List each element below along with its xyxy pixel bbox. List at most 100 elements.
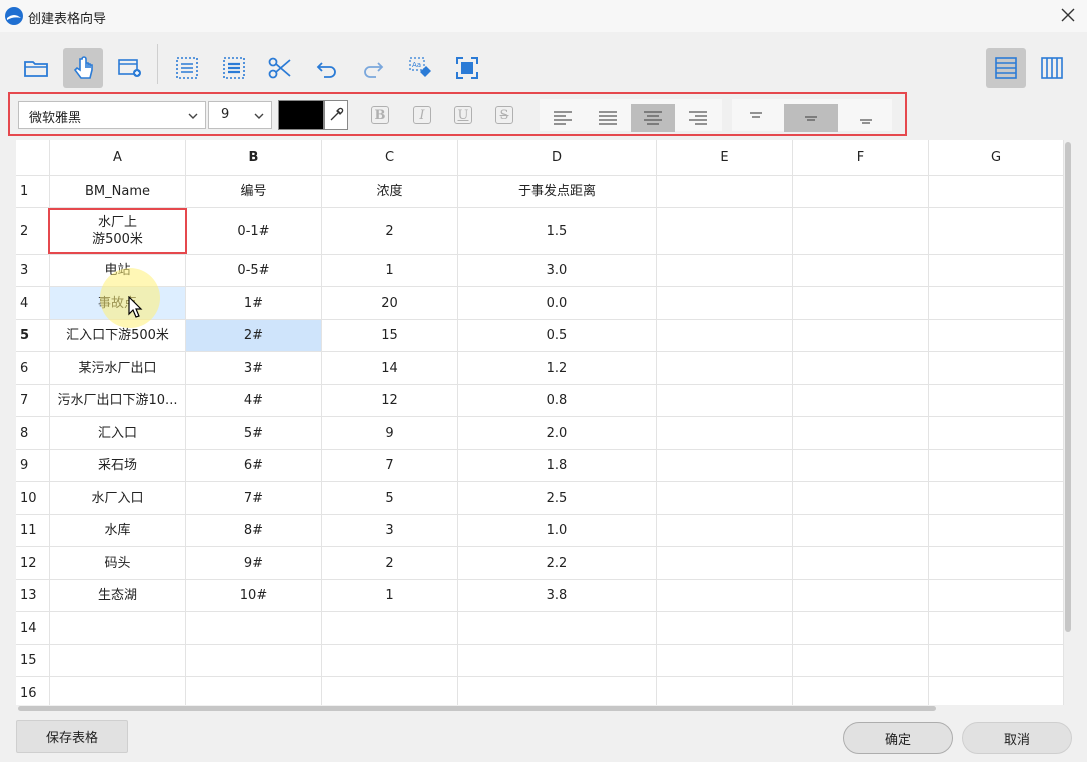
table-cell[interactable] [186,645,322,677]
table-cell[interactable]: 水库 [50,515,186,547]
table-cell[interactable]: 0.5 [458,320,657,352]
table-cell[interactable] [929,385,1064,417]
row-header[interactable]: 3 [16,255,50,287]
table-cell[interactable]: 7 [322,450,458,482]
table-cell[interactable] [657,176,793,208]
table-cell[interactable]: 1.2 [458,352,657,385]
table-cell[interactable] [929,176,1064,208]
table-cell[interactable] [793,320,929,352]
open-folder-button[interactable] [16,48,56,88]
horizontal-scrollbar[interactable] [16,705,1064,712]
table-cell[interactable]: 电站 [50,255,186,287]
table-cell[interactable] [186,612,322,645]
scrollbar-thumb[interactable] [1065,142,1071,632]
save-table-button[interactable]: 保存表格 [16,720,128,753]
table-cell[interactable]: 10# [186,580,322,612]
table-cell[interactable]: 0-1# [186,208,322,255]
list-box-button[interactable] [214,48,254,88]
table-cell[interactable] [186,677,322,705]
column-header[interactable]: G [929,140,1064,176]
font-color-swatch[interactable] [278,100,324,130]
table-cell[interactable]: 码头 [50,547,186,580]
align-right-button[interactable] [676,104,720,132]
table-cell[interactable] [657,385,793,417]
table-cell[interactable] [929,352,1064,385]
table-cell[interactable] [657,482,793,515]
table-cell[interactable] [657,320,793,352]
grid-corner[interactable] [16,140,50,176]
table-cell[interactable] [929,482,1064,515]
bold-button[interactable]: B [363,101,397,129]
spreadsheet-grid[interactable]: A B C D E F G 1 BM_Name 编号 浓度 于事发点距离 2 水厂上 游500米 0-1# 2… [16,140,1064,705]
table-cell[interactable] [929,547,1064,580]
table-cell[interactable]: 2.0 [458,417,657,450]
table-cell[interactable] [929,255,1064,287]
table-cell[interactable] [793,352,929,385]
table-cell[interactable] [929,450,1064,482]
table-cell[interactable] [793,255,929,287]
table-cell[interactable]: 浓度 [322,176,458,208]
table-cell[interactable]: 1.8 [458,450,657,482]
table-cell[interactable] [929,320,1064,352]
row-header[interactable]: 8 [16,417,50,450]
table-cell[interactable]: 汇入口下游500米 [50,320,186,352]
align-top-button[interactable] [734,104,778,132]
table-cell[interactable] [793,450,929,482]
table-cell[interactable]: 采石场 [50,450,186,482]
table-cell[interactable]: 0.0 [458,287,657,320]
table-cell[interactable]: 15 [322,320,458,352]
font-size-select[interactable]: 9 [208,101,272,129]
column-layout-button[interactable] [1032,48,1072,88]
column-header[interactable]: C [322,140,458,176]
row-header[interactable]: 11 [16,515,50,547]
table-cell[interactable]: 7# [186,482,322,515]
table-cell[interactable]: 4# [186,385,322,417]
table-cell[interactable] [929,417,1064,450]
strikethrough-button[interactable]: S [487,101,521,129]
table-cell[interactable] [929,645,1064,677]
table-cell[interactable] [793,287,929,320]
clear-format-button[interactable]: Aa [400,48,440,88]
row-header[interactable]: 2 [16,208,50,255]
table-cell[interactable]: 9 [322,417,458,450]
table-cell[interactable] [657,450,793,482]
color-picker-button[interactable] [324,100,348,130]
table-cell[interactable]: 1 [322,580,458,612]
table-cell[interactable] [657,287,793,320]
cancel-button[interactable]: 取消 [962,722,1072,754]
table-cell[interactable] [929,515,1064,547]
align-justify-button[interactable] [586,104,630,132]
table-cell[interactable]: 8# [186,515,322,547]
align-left-button[interactable] [541,104,585,132]
table-cell[interactable]: 6# [186,450,322,482]
row-header[interactable]: 9 [16,450,50,482]
table-cell[interactable] [793,208,929,255]
column-header[interactable]: F [793,140,929,176]
table-cell[interactable]: 1.0 [458,515,657,547]
table-cell[interactable] [458,645,657,677]
table-cell[interactable]: 5# [186,417,322,450]
table-cell[interactable]: 于事发点距离 [458,176,657,208]
table-cell[interactable] [322,645,458,677]
align-middle-button[interactable] [784,104,838,132]
column-header[interactable]: D [458,140,657,176]
table-cell[interactable]: 3.0 [458,255,657,287]
table-cell[interactable]: 2 [322,547,458,580]
table-cell[interactable]: 20 [322,287,458,320]
row-header[interactable]: 14 [16,612,50,645]
table-cell[interactable]: 0.8 [458,385,657,417]
table-cell[interactable] [657,547,793,580]
vertical-scrollbar[interactable] [1064,140,1072,705]
table-cell[interactable]: 2 [322,208,458,255]
table-cell[interactable]: 水厂入口 [50,482,186,515]
table-cell[interactable] [929,677,1064,705]
row-header[interactable]: 16 [16,677,50,705]
table-cell[interactable]: 2# [186,320,322,352]
table-cell[interactable]: 生态湖 [50,580,186,612]
row-header[interactable]: 7 [16,385,50,417]
table-cell[interactable]: 编号 [186,176,322,208]
table-cell[interactable] [657,255,793,287]
table-cell[interactable] [793,176,929,208]
table-cell[interactable]: BM_Name [50,176,186,208]
row-layout-button[interactable] [986,48,1026,88]
